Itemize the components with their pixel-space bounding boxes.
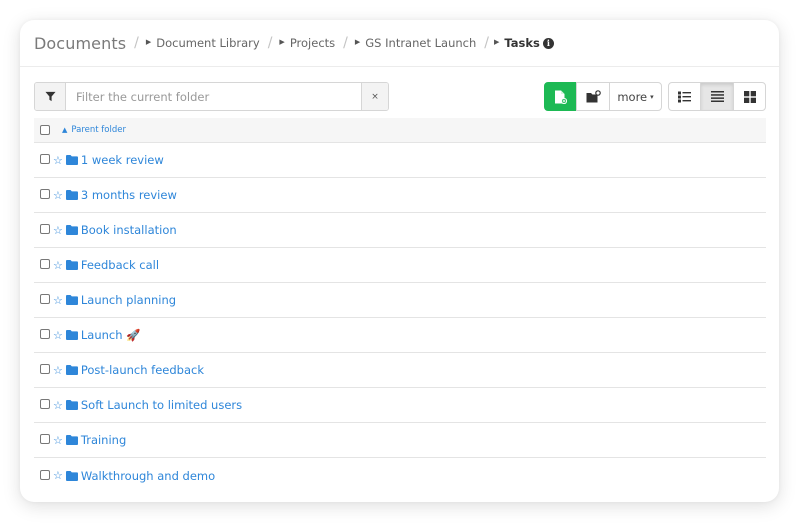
- star-icon[interactable]: ☆: [53, 190, 63, 201]
- star-icon[interactable]: ☆: [53, 330, 63, 341]
- new-folder-button[interactable]: [576, 82, 610, 111]
- breadcrumb-item-gs-intranet-launch[interactable]: GS Intranet Launch: [365, 36, 476, 50]
- folder-name-link[interactable]: Soft Launch to limited users: [81, 398, 242, 412]
- filter-input[interactable]: [66, 83, 361, 110]
- folder-icon: [65, 435, 78, 445]
- folder-name-link[interactable]: 1 week review: [81, 153, 164, 167]
- folder-row: ☆ 3 months review: [34, 178, 766, 213]
- row-checkbox[interactable]: [40, 364, 50, 374]
- toolbar: × more ▾: [34, 82, 766, 111]
- folder-icon: [65, 260, 78, 270]
- view-list-button[interactable]: [700, 82, 734, 111]
- row-checkbox[interactable]: [40, 224, 50, 234]
- row-checkbox[interactable]: [40, 434, 50, 444]
- folder-row: ☆ Walkthrough and demo: [34, 458, 766, 493]
- folder-icon: [65, 330, 78, 340]
- new-file-icon: [555, 90, 567, 104]
- star-icon[interactable]: ☆: [53, 155, 63, 166]
- row-checkbox[interactable]: [40, 154, 50, 164]
- caret-right-icon: ▶: [145, 38, 152, 46]
- folder-name-link[interactable]: Training: [81, 433, 126, 447]
- new-folder-icon: [586, 90, 601, 103]
- folder-name-link[interactable]: Launch 🚀: [81, 328, 141, 342]
- parent-folder-label: Parent folder: [71, 125, 126, 135]
- folder-name-link[interactable]: Walkthrough and demo: [81, 469, 215, 483]
- star-icon[interactable]: ☆: [53, 470, 63, 481]
- folder-icon: [65, 365, 78, 375]
- caret-right-icon: ▶: [354, 38, 361, 46]
- folder-name-link[interactable]: Feedback call: [81, 258, 159, 272]
- more-dropdown-button[interactable]: more ▾: [609, 82, 662, 111]
- parent-folder-link[interactable]: ▲ Parent folder: [62, 125, 126, 135]
- row-checkbox[interactable]: [40, 189, 50, 199]
- folder-row: ☆ Launch 🚀: [34, 318, 766, 353]
- info-circle-icon[interactable]: i: [542, 37, 554, 49]
- row-checkbox[interactable]: [40, 329, 50, 339]
- folder-row: ☆ Feedback call: [34, 248, 766, 283]
- folder-name-link[interactable]: 3 months review: [81, 188, 177, 202]
- folder-row: ☆ Post-launch feedback: [34, 353, 766, 388]
- row-checkbox[interactable]: [40, 259, 50, 269]
- row-checkbox[interactable]: [40, 294, 50, 304]
- breadcrumb-item-document-library[interactable]: Document Library: [156, 36, 259, 50]
- grid-icon: [743, 90, 756, 103]
- folder-row: ☆ Training: [34, 423, 766, 458]
- folder-name-link[interactable]: Book installation: [81, 223, 177, 237]
- folder-icon: [65, 470, 78, 481]
- clear-filter-button[interactable]: ×: [361, 83, 388, 110]
- star-icon[interactable]: ☆: [53, 260, 63, 271]
- breadcrumb-separator: /: [267, 35, 273, 51]
- folder-name-link[interactable]: Post-launch feedback: [81, 363, 204, 377]
- caret-right-icon: ▶: [279, 38, 285, 46]
- star-icon[interactable]: ☆: [53, 295, 63, 306]
- star-icon[interactable]: ☆: [53, 365, 63, 376]
- caret-right-icon: ▶: [494, 38, 500, 46]
- file-list: ▲ Parent folder ☆ 1 week review ☆ 3 month…: [34, 118, 766, 493]
- folder-icon: [65, 190, 78, 200]
- breadcrumb-separator: /: [134, 35, 139, 51]
- breadcrumb-current: Tasks: [504, 36, 540, 50]
- list-header: ▲ Parent folder: [34, 118, 766, 143]
- star-icon[interactable]: ☆: [53, 225, 63, 236]
- folder-rows: ☆ 1 week review ☆ 3 months review ☆ Book…: [34, 143, 766, 493]
- more-label: more: [617, 89, 648, 104]
- filter-icon: [35, 83, 66, 110]
- view-grid-button[interactable]: [733, 82, 766, 111]
- view-detailed-list-button[interactable]: [668, 82, 701, 111]
- folder-icon: [65, 295, 78, 305]
- breadcrumb-item-projects[interactable]: Projects: [290, 36, 335, 50]
- view-mode-group: [668, 82, 766, 111]
- breadcrumb-separator: /: [343, 35, 348, 51]
- filter-group: ×: [34, 82, 389, 111]
- breadcrumb: Documents / ▶ Document Library / ▶ Proje…: [20, 20, 779, 67]
- folder-icon: [65, 400, 78, 410]
- list-details-icon: [678, 91, 691, 102]
- folder-icon: [65, 225, 78, 235]
- caret-down-icon: ▾: [650, 92, 654, 101]
- star-icon[interactable]: ☆: [53, 400, 63, 411]
- actions-button-group: more ▾: [544, 82, 662, 111]
- folder-row: ☆ Soft Launch to limited users: [34, 388, 766, 423]
- folder-name-link[interactable]: Launch planning: [81, 293, 176, 307]
- new-file-button[interactable]: [544, 82, 577, 111]
- breadcrumb-separator: /: [484, 35, 489, 51]
- folder-row: ☆ Book installation: [34, 213, 766, 248]
- chevron-up-icon: ▲: [62, 126, 68, 134]
- file-gallery-panel: Documents / ▶ Document Library / ▶ Proje…: [20, 20, 779, 502]
- folder-row: ☆ 1 week review: [34, 143, 766, 178]
- row-checkbox[interactable]: [40, 469, 50, 480]
- select-all-checkbox[interactable]: [40, 125, 50, 135]
- list-icon: [710, 91, 724, 102]
- breadcrumb-root[interactable]: Documents: [34, 34, 126, 53]
- folder-row: ☆ Launch planning: [34, 283, 766, 318]
- star-icon[interactable]: ☆: [53, 435, 63, 446]
- folder-icon: [65, 155, 78, 165]
- row-checkbox[interactable]: [40, 399, 50, 409]
